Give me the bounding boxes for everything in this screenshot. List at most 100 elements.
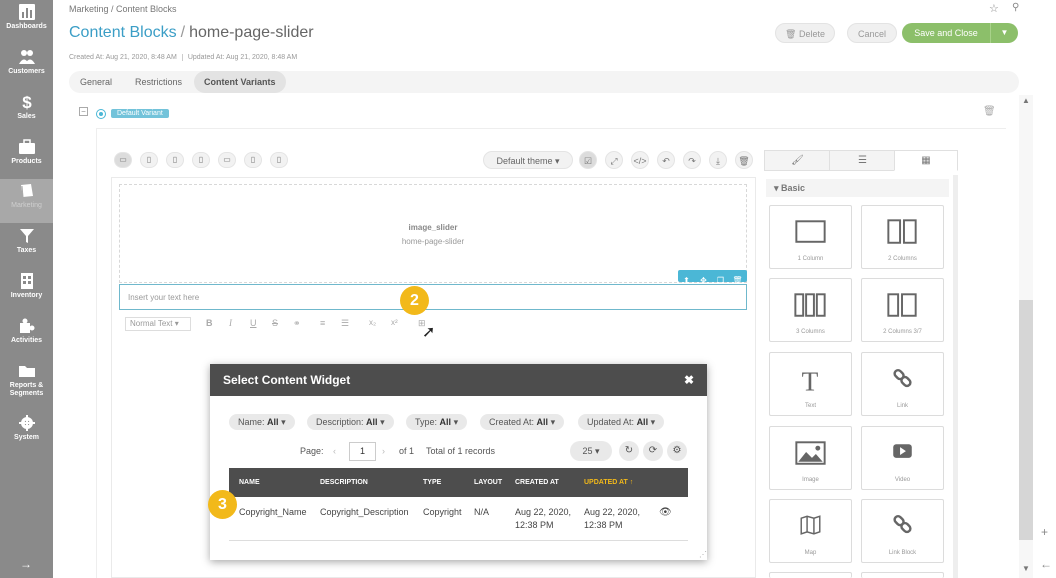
breadcrumb[interactable]: Marketing / Content Blocks (69, 4, 177, 14)
column-header-updated-at[interactable]: UPDATED AT ↑ (584, 479, 633, 486)
grid-settings-button[interactable]: ⚙ (667, 441, 687, 461)
column-header-description[interactable]: DESCRIPTION (320, 479, 368, 486)
block-image[interactable]: Image (769, 426, 852, 490)
save-and-close-button[interactable]: Save and Close (902, 23, 990, 43)
block-1-column[interactable]: 1 Column (769, 205, 852, 269)
device-desktop-button[interactable]: ▭ (114, 152, 132, 168)
prev-page-icon[interactable]: ‹ (333, 446, 336, 456)
image-slider-block[interactable] (119, 184, 747, 283)
column-header-layout[interactable]: LAYOUT (474, 479, 502, 486)
block-map[interactable]: Map (769, 499, 852, 563)
bold-icon[interactable]: B (206, 318, 213, 328)
filter-created-at[interactable]: Created At: All ▾ (480, 414, 565, 430)
page-title-section[interactable]: Content Blocks (69, 24, 177, 41)
undo-button[interactable]: ↶ (657, 151, 675, 169)
style-manager-tab[interactable]: 🖌 (764, 150, 831, 171)
scroll-down-icon[interactable]: ▼ (1022, 564, 1030, 573)
ordered-list-icon[interactable]: ≡ (320, 318, 325, 328)
block-video[interactable]: Video (861, 426, 944, 490)
pin-icon[interactable]: ⚲ (1012, 2, 1019, 13)
device-mobile-button[interactable]: ▯ (192, 152, 210, 168)
plus-icon[interactable]: + (1041, 525, 1048, 539)
column-header-type[interactable]: TYPE (423, 479, 441, 486)
scroll-up-icon[interactable]: ▲ (1022, 96, 1030, 105)
blocks-category-basic[interactable]: ▾ Basic (766, 179, 949, 197)
next-page-icon[interactable]: › (382, 446, 385, 456)
cancel-button[interactable]: Cancel (847, 23, 897, 43)
redo-button[interactable]: ↷ (683, 151, 701, 169)
nav-item-customers[interactable]: Customers (0, 45, 53, 89)
filter-name[interactable]: Name: All ▾ (229, 414, 295, 430)
fullscreen-button[interactable]: ⤢ (605, 151, 623, 169)
block-link[interactable]: Link (861, 352, 944, 416)
reset-button[interactable]: ⟳ (643, 441, 663, 461)
code-view-button[interactable]: </> (631, 151, 649, 169)
show-borders-button[interactable]: ☑ (579, 151, 597, 169)
page-number-input[interactable]: 1 (349, 442, 376, 461)
strikethrough-icon[interactable]: S (272, 318, 278, 328)
text-block[interactable]: Insert your text here (119, 284, 747, 310)
underline-icon[interactable]: U (250, 318, 257, 328)
tab-general[interactable]: General (70, 71, 122, 93)
filter-description[interactable]: Description: All ▾ (307, 414, 394, 430)
refresh-button[interactable]: ↻ (619, 441, 639, 461)
blocks-scrollbar[interactable] (953, 175, 958, 578)
text-format-select[interactable]: Normal Text ▾ (125, 317, 191, 331)
clear-canvas-button[interactable]: 🗑 (735, 151, 753, 169)
nav-expand-icon[interactable]: → (20, 557, 32, 571)
view-eye-icon[interactable]: 👁 (659, 506, 672, 519)
block-3-columns[interactable]: 3 Columns (769, 278, 852, 342)
nav-item-products[interactable]: Products (0, 135, 53, 179)
nav-item-taxes[interactable]: Taxes (0, 224, 53, 268)
nav-item-system[interactable]: System (0, 411, 53, 455)
block-text[interactable]: T Text (769, 352, 852, 416)
nav-item-inventory[interactable]: Inventory (0, 269, 53, 313)
device-small-mobile-button[interactable]: ▯ (244, 152, 262, 168)
tab-content-variants[interactable]: Content Variants (194, 71, 286, 93)
link-icon[interactable]: ⚭ (293, 318, 301, 329)
block-2-columns-3-7[interactable]: 2 Columns 3/7 (861, 278, 944, 342)
default-variant-radio[interactable] (96, 109, 106, 119)
remove-variant-icon[interactable]: 🗑 (983, 106, 996, 117)
device-mobile-landscape-button[interactable]: ▭ (218, 152, 236, 168)
nav-item-dashboards[interactable]: Dashboards (0, 0, 53, 44)
device-tablet-landscape-button[interactable]: ▯ (166, 152, 184, 168)
block-link-block[interactable]: Link Block (861, 499, 944, 563)
tab-restrictions[interactable]: Restrictions (125, 71, 192, 93)
unordered-list-icon[interactable]: ☰ (341, 318, 349, 329)
layer-manager-tab[interactable]: ☰ (829, 150, 896, 171)
filter-type[interactable]: Type: All ▾ (406, 414, 468, 430)
column-header-name[interactable]: NAME (239, 479, 260, 486)
delete-button[interactable]: 🗑 Delete (775, 23, 835, 43)
nav-item-marketing[interactable]: Marketing (0, 179, 53, 223)
nav-item-sales[interactable]: $ Sales (0, 90, 53, 134)
save-options-dropdown[interactable]: ▼ (990, 23, 1018, 43)
import-button[interactable]: ⤓ (709, 151, 727, 169)
block-toolbar: ⬆ ✥ ❐ 🗑 (678, 270, 747, 285)
italic-icon[interactable]: I (229, 318, 232, 328)
theme-select[interactable]: Default theme ▾ (483, 151, 573, 169)
page-scrollbar-thumb[interactable] (1019, 300, 1033, 540)
block-more-1[interactable] (769, 572, 852, 578)
column-header-label: UPDATED AT (584, 479, 628, 486)
blocks-tab[interactable]: ▦ (894, 150, 958, 171)
superscript-icon[interactable]: x² (391, 318, 398, 327)
page-scrollbar[interactable] (1019, 95, 1033, 578)
redo-icon: ↷ (688, 156, 696, 166)
arrow-left-icon[interactable]: ← (1040, 557, 1052, 571)
subscript-icon[interactable]: x₂ (369, 318, 376, 327)
nav-item-activities[interactable]: Activities (0, 314, 53, 358)
filter-updated-at[interactable]: Updated At: All ▾ (578, 414, 665, 430)
star-icon[interactable]: ☆ (989, 2, 999, 15)
block-more-2[interactable] (861, 572, 944, 578)
collapse-toggle[interactable]: − (79, 107, 88, 116)
nav-item-reports[interactable]: Reports & Segments (0, 359, 53, 405)
device-xs-mobile-button[interactable]: ▯ (270, 152, 288, 168)
device-tablet-button[interactable]: ▯ (140, 152, 158, 168)
block-2-columns[interactable]: 2 Columns (861, 205, 944, 269)
close-icon[interactable]: ✖ (684, 373, 694, 387)
record-meta: Created At: Aug 21, 2020, 8:48 AM Updated… (69, 54, 297, 61)
resize-handle-icon[interactable]: ⋰ (699, 550, 707, 559)
column-header-created-at[interactable]: CREATED AT (515, 479, 559, 486)
page-size-select[interactable]: 25 ▾ (570, 441, 612, 461)
